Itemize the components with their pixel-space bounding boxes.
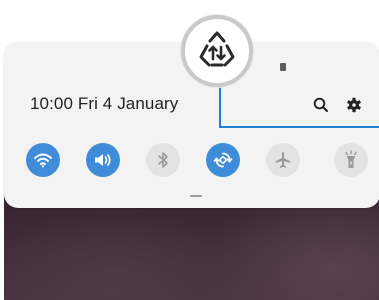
wifi-toggle[interactable] — [26, 143, 60, 177]
airplane-mode-icon — [273, 150, 293, 170]
recycle-share-icon — [195, 29, 239, 74]
gear-icon[interactable] — [345, 96, 363, 114]
flashlight-icon — [343, 150, 359, 170]
status-indicator — [280, 63, 286, 71]
auto-rotate-toggle[interactable] — [206, 143, 240, 177]
flashlight-toggle[interactable] — [334, 143, 368, 177]
auto-rotate-icon — [213, 150, 233, 170]
wifi-icon — [33, 152, 53, 168]
date-time: 10:00 Fri 4 January — [30, 94, 179, 113]
airplane-mode-toggle[interactable] — [266, 143, 300, 177]
bluetooth-toggle[interactable] — [146, 143, 180, 177]
sound-icon — [93, 152, 113, 168]
bluetooth-icon — [156, 151, 170, 169]
panel-drag-handle[interactable] — [190, 195, 202, 197]
sound-toggle[interactable] — [86, 143, 120, 177]
magnifier-callout — [181, 15, 253, 87]
search-icon[interactable] — [312, 96, 330, 114]
